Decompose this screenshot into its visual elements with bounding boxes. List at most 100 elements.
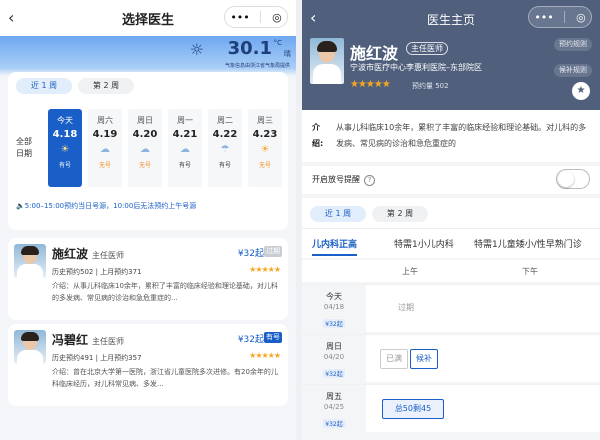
rating-stars: ★★★★★	[249, 351, 281, 360]
date-tile[interactable]: 周日 4.20 ☁ 无号	[128, 109, 162, 187]
week-selector: 近 1 周 第 2 周	[302, 198, 600, 228]
date-tile-weekday: 周三	[257, 116, 273, 125]
intro-text[interactable]: 从事儿科临床10余年，累积了丰富的临床经验和理论基础。对儿科的多发病、常见病的诊…	[336, 120, 592, 152]
date-tile-weekday: 周一	[177, 116, 193, 125]
waitlist-rules-link[interactable]: 候补规则	[554, 64, 592, 77]
availability-status: 无号	[98, 162, 111, 169]
date-tile-date: 4.20	[132, 129, 158, 140]
doctor-card[interactable]: 冯碧红 主任医师 ¥32起 有号 历史预约491 | 上月预约357 ★★★★★ …	[8, 324, 288, 406]
doctor-rank: 主任医师	[92, 337, 125, 346]
date-tile-weekday: 周二	[217, 116, 233, 125]
price: ¥32起	[237, 335, 264, 345]
tab-special-pediatric[interactable]: 特需1小儿内科	[394, 237, 454, 250]
morning-column-label: 上午	[402, 267, 418, 276]
schedule-date: 今天 04/18 ¥32起	[302, 285, 366, 333]
avatar	[14, 330, 46, 364]
waitlist-button[interactable]: 候补	[410, 349, 438, 369]
date-tile-date: 4.18	[52, 129, 78, 140]
doctor-name: 施红波 主任医师	[52, 245, 124, 262]
week-1-pill[interactable]: 近 1 周	[310, 206, 366, 222]
schedule-date: 周五 04/25 ¥32起	[302, 385, 366, 433]
temperature: 30.1	[227, 38, 272, 59]
date-tile-weekday: 今天	[57, 116, 73, 125]
date-tile-weekday: 周六	[97, 116, 113, 125]
department-tabs: 儿内科正高 特需1小儿内科 特需1儿童矮小/性早熟门诊	[302, 228, 600, 258]
date-tile-weekday: 周日	[137, 116, 153, 125]
morning-slot-full: 已满	[380, 349, 408, 369]
date-tile[interactable]: 周一 4.21 ☁ 有号	[168, 109, 202, 187]
date-tile-date: 4.21	[172, 129, 198, 140]
doctor-intro: 介绍：从事儿科临床10余年，累积了丰富的临床经验和理论基础，对儿科的多发病、常见…	[52, 282, 278, 302]
date-tile-date: 4.23	[252, 129, 278, 140]
intro-section: 介绍: 从事儿科临床10余年，累积了丰富的临床经验和理论基础。对儿科的多发病、常…	[302, 110, 600, 162]
availability-status: 无号	[258, 162, 271, 169]
date-tile[interactable]: 周二 4.22 ☂ 有号	[208, 109, 242, 187]
capsule-divider	[564, 11, 566, 23]
cloud-icon: ☁	[140, 144, 150, 155]
doctor-name-text: 施红波	[52, 247, 89, 261]
miniapp-capsule: ••• ◎	[224, 6, 288, 28]
schedule-row: 周日 04/20 ¥32起 已满 候补	[302, 334, 600, 383]
date-tile[interactable]: 今天 4.18 ☀ 有号	[48, 109, 82, 187]
more-icon[interactable]: •••	[534, 11, 553, 24]
date-tile[interactable]: 周六 4.19 ☁ 无号	[88, 109, 122, 187]
temperature-unit: °C	[273, 39, 282, 47]
target-icon[interactable]: ◎	[576, 11, 586, 24]
nav-bar: ‹ 选择医生 ••• ◎	[0, 0, 296, 36]
sun-icon: ☼	[189, 40, 204, 59]
date-tile[interactable]: 周三 4.23 ☀ 无号	[248, 109, 282, 187]
status-badge: 过期	[264, 246, 282, 257]
all-dates-label[interactable]: 全部日期	[16, 136, 36, 160]
schedule-day: 04/18	[323, 303, 345, 311]
favorite-star-icon[interactable]: ★	[572, 82, 590, 100]
capsule-divider	[260, 11, 262, 23]
doctor-name: 施红波	[350, 44, 399, 63]
week-2-pill[interactable]: 第 2 周	[372, 206, 428, 222]
doctor-card[interactable]: 施红波 主任医师 ¥32起 过期 历史预约502 | 上月预约371 ★★★★★ …	[8, 238, 288, 320]
availability-status: 有号	[58, 162, 71, 169]
availability-status: 无号	[138, 162, 151, 169]
doctor-intro: 介绍：曾在北京大学第一医院，浙江省儿童医院多次进修。有20余年的儿科临床经历，对…	[52, 368, 278, 388]
booking-count: 预约量 502	[412, 82, 449, 90]
cloud-icon: ☁	[100, 144, 110, 155]
target-icon[interactable]: ◎	[272, 11, 282, 24]
schedule-weekday: 周五	[326, 392, 342, 401]
week-2-pill[interactable]: 第 2 周	[78, 78, 134, 94]
toggle-knob	[558, 171, 574, 187]
schedule-price: ¥32起	[323, 369, 345, 378]
help-icon[interactable]: ?	[364, 175, 375, 186]
reminder-toggle[interactable]	[556, 169, 590, 189]
price: ¥32起	[237, 249, 264, 259]
miniapp-capsule: ••• ◎	[528, 6, 592, 28]
booking-notice-text: 5:00–15:00预约当日号源，10:00后无法预约上午号源	[24, 202, 197, 210]
tab-pediatric-senior[interactable]: 儿内科正高	[312, 237, 358, 256]
doctor-header: ‹ 医生主页 ••• ◎ 施红波 主任医师 宁波市医疗中心李惠利医院–东部院区 …	[302, 0, 600, 110]
intro-label: 介绍:	[312, 123, 324, 148]
hospital-name: 宁波市医疗中心李惠利医院–东部院区	[350, 63, 482, 72]
release-reminder-row: 开启放号提醒?	[302, 166, 600, 194]
availability-status: 有号	[218, 162, 231, 169]
schedule-row: 今天 04/18 ¥32起 过期	[302, 284, 600, 333]
avatar	[14, 244, 46, 278]
rating-stars: ★★★★★	[249, 265, 281, 274]
rating-stars: ★★★★★	[350, 79, 391, 90]
date-tile-date: 4.22	[212, 129, 238, 140]
booking-rules-link[interactable]: 预约规则	[554, 38, 592, 51]
cloud-icon: ☂	[220, 144, 230, 155]
booking-history: 历史预约491 | 上月预约357	[52, 354, 142, 362]
doctor-name: 冯碧红 主任医师	[52, 331, 124, 348]
week-1-pill[interactable]: 近 1 周	[16, 78, 72, 94]
sun-icon: ☀	[260, 144, 270, 155]
tab-special-growth-clinic[interactable]: 特需1儿童矮小/性早熟门诊	[474, 237, 582, 250]
availability-status: 有号	[178, 162, 191, 169]
schedule-day: 04/20	[323, 353, 345, 361]
weather-condition: 晴	[284, 50, 291, 58]
weather-banner: ☼ 30.1 °C 晴 气象信息由浙江省气象局提供	[0, 36, 296, 76]
doctor-home-screen: ‹ 医生主页 ••• ◎ 施红波 主任医师 宁波市医疗中心李惠利医院–东部院区 …	[302, 0, 600, 440]
sun-icon: ☀	[60, 144, 70, 155]
release-reminder-text: 开启放号提醒	[312, 175, 360, 184]
booking-notice: 🔈5:00–15:00预约当日号源，10:00后无法预约上午号源	[16, 202, 197, 210]
weather-source: 气象信息由浙江省气象局提供	[224, 63, 290, 69]
book-slot-button[interactable]: 总50剩45	[382, 399, 444, 419]
more-icon[interactable]: •••	[230, 11, 249, 24]
